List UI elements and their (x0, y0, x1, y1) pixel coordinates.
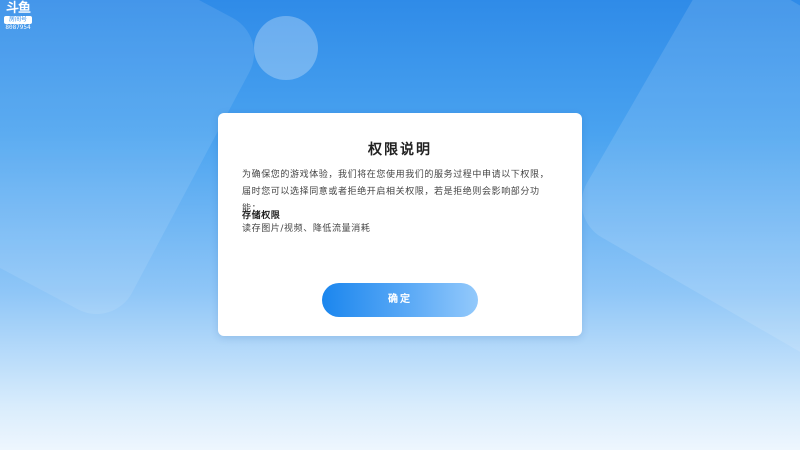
background-circle (254, 16, 318, 80)
confirm-button[interactable]: 确定 (322, 283, 478, 317)
dialog-title: 权限说明 (368, 142, 432, 158)
permission-description: 读存图片/视频、降低流量消耗 (242, 224, 371, 234)
watermark-tag: 房间号 (4, 16, 32, 24)
dialog-description: 为确保您的游戏体验，我们将在您使用我们的服务过程中申请以下权限，届时您可以选择同… (242, 170, 550, 214)
background-decoration (567, 0, 800, 383)
game-launch-screen: 斗鱼 房间号 8087954 权限说明 为确保您的游戏体验，我们将在您使用我们的… (0, 0, 800, 450)
watermark-room-number: 8087954 (5, 24, 31, 31)
permission-dialog: 权限说明 为确保您的游戏体验，我们将在您使用我们的服务过程中申请以下权限，届时您… (218, 113, 582, 336)
stream-watermark: 斗鱼 房间号 8087954 (2, 2, 34, 31)
permission-title: 存储权限 (242, 211, 281, 221)
watermark-logo: 斗鱼 (5, 1, 31, 16)
